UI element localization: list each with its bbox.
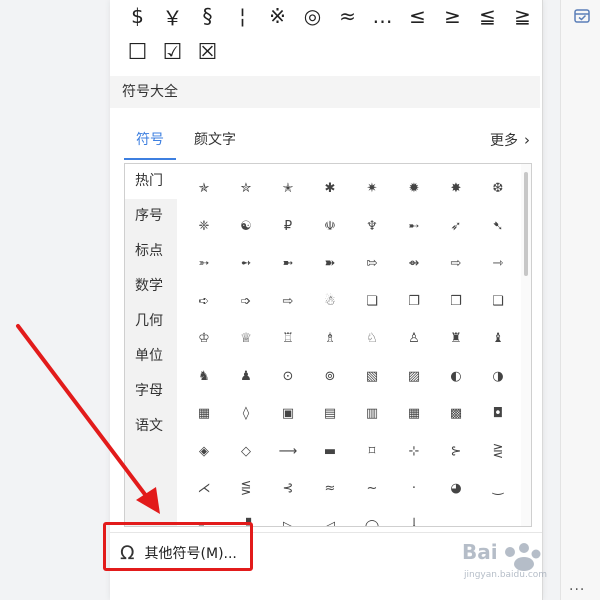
annotation-arrow	[16, 324, 160, 514]
calendar-check-glyph	[574, 9, 590, 23]
watermark-brand: Bai	[462, 540, 498, 564]
paw-logo	[505, 543, 541, 571]
watermark-url: jingyan.baidu.com	[464, 570, 548, 580]
annotation-arrow-head	[136, 487, 160, 514]
baidu-watermark: Bai jingyan.baidu.com	[444, 530, 554, 590]
calendar-check-icon[interactable]	[573, 6, 591, 24]
annotation-arrow-line	[16, 324, 155, 507]
right-toolbar: ···	[560, 0, 600, 600]
more-dots-icon[interactable]: ···	[569, 582, 585, 598]
